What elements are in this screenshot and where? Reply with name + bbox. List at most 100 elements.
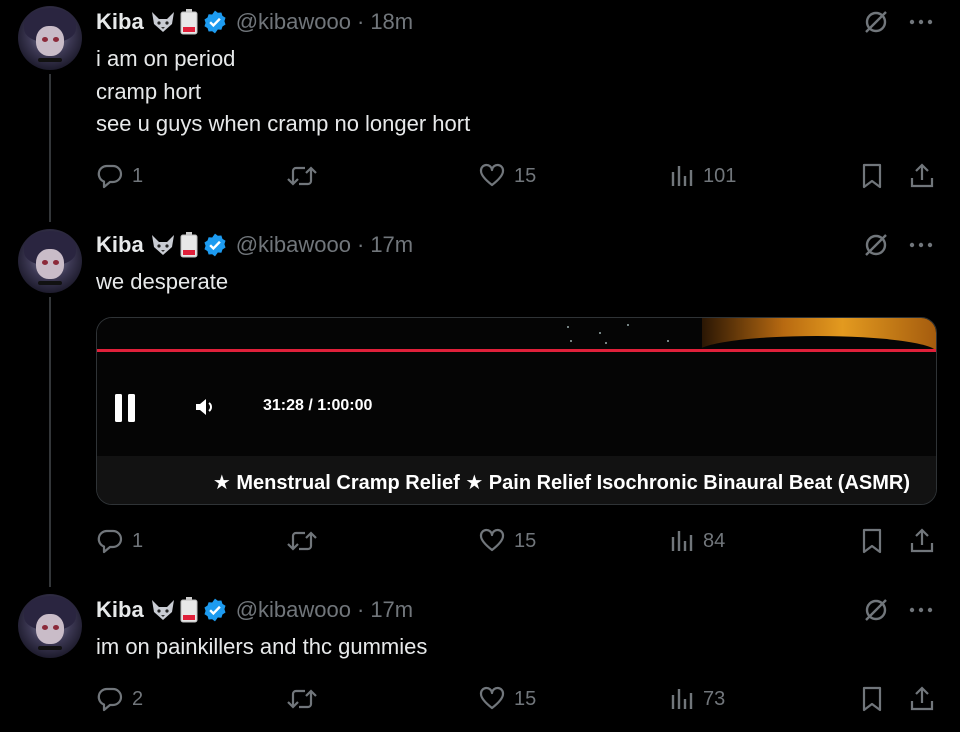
retweet-icon — [287, 689, 317, 709]
view-count: 73 — [703, 687, 726, 710]
action-bar: 2 15 73 — [96, 684, 940, 714]
reply-icon — [97, 687, 123, 712]
avatar[interactable] — [18, 594, 82, 658]
tweet-top-actions — [862, 596, 934, 624]
heart-icon — [479, 163, 505, 187]
grok-icon[interactable] — [862, 596, 890, 624]
share-button[interactable] — [908, 161, 936, 191]
tweet-text-line: see u guys when cramp no longer hort — [96, 111, 471, 136]
tweet-header: Kiba @kibawooo · 17m — [96, 596, 413, 624]
avatar[interactable] — [18, 6, 82, 70]
views-button[interactable]: 73 — [669, 684, 725, 714]
tweet-text-line: im on painkillers and thc gummies — [96, 634, 428, 659]
more-icon[interactable] — [908, 596, 934, 624]
separator-dot: · — [356, 597, 365, 622]
thread: Kiba @kibawooo · 18m i am on period cram… — [0, 0, 960, 732]
view-count: 101 — [703, 164, 737, 187]
view-count: 84 — [703, 529, 726, 552]
tweet-text: im on painkillers and thc gummies — [96, 631, 427, 664]
author-handle[interactable]: @kibawooo — [236, 9, 351, 35]
share-icon — [910, 686, 934, 711]
pause-icon[interactable] — [113, 392, 139, 424]
volume-icon[interactable] — [193, 395, 217, 419]
share-button[interactable] — [908, 684, 936, 714]
verified-badge-icon — [204, 598, 226, 622]
timestamp[interactable]: 17m — [370, 597, 413, 623]
bookmark-icon — [862, 163, 882, 189]
retweet-button[interactable] — [286, 526, 318, 556]
reply-icon — [97, 529, 123, 554]
share-icon — [910, 528, 934, 553]
views-button[interactable]: 101 — [669, 161, 736, 191]
tweet-text-line: i am on period — [96, 46, 236, 71]
low-battery-emoji-icon — [180, 597, 198, 623]
like-count: 15 — [514, 687, 537, 710]
views-icon — [671, 689, 693, 709]
share-button[interactable] — [908, 526, 936, 556]
author-name[interactable]: Kiba — [96, 9, 144, 35]
reply-button[interactable]: 1 — [96, 526, 143, 556]
bookmark-button[interactable] — [860, 684, 884, 714]
reply-button[interactable]: 2 — [96, 684, 143, 714]
wolf-emoji-icon — [151, 235, 174, 255]
like-button[interactable]: 15 — [478, 526, 536, 556]
tweet-top-actions — [862, 8, 934, 36]
retweet-button[interactable] — [286, 161, 318, 191]
views-icon — [671, 166, 693, 186]
avatar[interactable] — [18, 229, 82, 293]
views-button[interactable]: 84 — [669, 526, 725, 556]
tweet-text: i am on period cramp hort see u guys whe… — [96, 43, 470, 141]
reply-button[interactable]: 1 — [96, 161, 143, 191]
low-battery-emoji-icon — [180, 232, 198, 258]
tweet-header: Kiba @kibawooo · 17m — [96, 231, 413, 259]
video-progress-bar[interactable] — [97, 349, 936, 352]
reply-count: 2 — [132, 687, 144, 710]
author-handle[interactable]: @kibawooo — [236, 597, 351, 623]
more-icon[interactable] — [908, 8, 934, 36]
bookmark-icon — [862, 528, 882, 554]
separator-dot: · — [356, 9, 365, 34]
like-count: 15 — [514, 529, 537, 552]
more-icon[interactable] — [908, 231, 934, 259]
tweet-text: we desperate — [96, 266, 228, 299]
reply-icon — [97, 164, 123, 189]
video-timecode: 31:28 / 1:00:00 — [263, 397, 373, 414]
tweet-text-line: we desperate — [96, 269, 229, 294]
author-name[interactable]: Kiba — [96, 232, 144, 258]
action-bar: 1 15 84 — [96, 526, 940, 556]
tweet-header: Kiba @kibawooo · 18m — [96, 8, 413, 36]
reply-count: 1 — [132, 164, 144, 187]
like-button[interactable]: 15 — [478, 161, 536, 191]
bookmark-icon — [862, 686, 882, 712]
wolf-emoji-icon — [151, 600, 174, 620]
author-handle[interactable]: @kibawooo — [236, 232, 351, 258]
grok-icon[interactable] — [862, 8, 890, 36]
views-icon — [671, 531, 693, 551]
heart-icon — [479, 528, 505, 552]
timestamp[interactable]: 17m — [370, 232, 413, 258]
tweet[interactable]: Kiba @kibawooo · 18m i am on period cram… — [0, 0, 960, 220]
tweet-top-actions — [862, 231, 934, 259]
retweet-icon — [287, 531, 317, 551]
video-title[interactable]: ★ Menstrual Cramp Relief ★ Pain Relief I… — [213, 470, 910, 495]
low-battery-emoji-icon — [180, 9, 198, 35]
wolf-emoji-icon — [151, 12, 174, 32]
action-bar: 1 15 101 — [96, 161, 940, 191]
tweet-text-line: cramp hort — [96, 78, 202, 104]
tweet[interactable]: Kiba @kibawooo · 17m im on painkillers a… — [0, 587, 960, 732]
retweet-button[interactable] — [286, 684, 318, 714]
verified-badge-icon — [204, 10, 226, 34]
heart-icon — [479, 686, 505, 710]
author-name[interactable]: Kiba — [96, 597, 144, 623]
video-player[interactable]: 31:28 / 1:00:00 ★ Menstrual Cramp Relief… — [96, 317, 937, 505]
bookmark-button[interactable] — [860, 526, 884, 556]
share-icon — [910, 163, 934, 188]
grok-icon[interactable] — [862, 231, 890, 259]
retweet-icon — [287, 166, 317, 186]
bookmark-button[interactable] — [860, 161, 884, 191]
verified-badge-icon — [204, 233, 226, 257]
like-count: 15 — [514, 164, 537, 187]
like-button[interactable]: 15 — [478, 684, 536, 714]
video-frame[interactable] — [97, 318, 936, 456]
timestamp[interactable]: 18m — [370, 9, 413, 35]
